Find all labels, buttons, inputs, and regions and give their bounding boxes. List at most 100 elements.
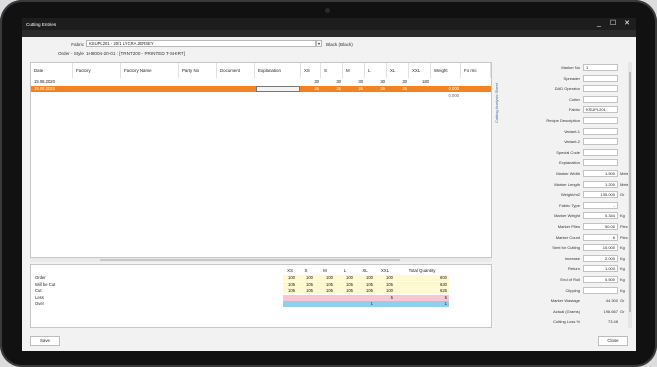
summary-cell: 100 (335, 275, 355, 281)
col-formula[interactable]: Fo rmi (461, 63, 491, 78)
field-input[interactable]: 50.00 (583, 223, 618, 230)
summary-cell: 105 (297, 288, 315, 294)
col-xxl[interactable]: XXL (409, 63, 431, 78)
vertical-scrollbar[interactable] (628, 62, 632, 328)
save-button[interactable]: Save (30, 336, 60, 346)
field-input[interactable] (583, 138, 618, 146)
field-input[interactable] (583, 74, 618, 82)
col-factory-name[interactable]: Factory Name (121, 63, 179, 78)
summary-cell (283, 301, 297, 307)
summary-cell (335, 294, 355, 301)
col-explanation[interactable]: Explanation (255, 63, 301, 78)
window-title: Cutting Entries (26, 21, 57, 27)
summary-cell: 105 (297, 281, 315, 288)
table-row-selected[interactable]: 15.08.2020 35 35 35 35 35 0.000 (31, 86, 491, 92)
scroll-thumb[interactable] (629, 72, 631, 312)
summary-cell: 5 (375, 294, 395, 301)
field-unit: Kg (620, 213, 625, 219)
summary-cell (375, 301, 395, 307)
field-input[interactable] (583, 148, 618, 156)
title-bar: Cutting Entries (22, 18, 636, 30)
app-window: Cutting Entries _ ☐ ✕ Fabric KSUPL201 - … (22, 18, 636, 351)
col-factory[interactable]: Factory (73, 63, 121, 78)
horizontal-scrollbar[interactable] (30, 258, 492, 262)
scroll-thumb[interactable] (100, 259, 400, 261)
field-input[interactable] (583, 117, 618, 124)
size-summary-table: XS S M L XL XXL Total Quantity Order 100 1… (30, 264, 492, 328)
summary-cell (297, 294, 315, 301)
field-label: Spreader (563, 75, 580, 81)
col-weight[interactable]: Weight (431, 63, 461, 78)
chevron-down-icon[interactable]: ▾ (316, 40, 322, 47)
maximize-icon[interactable]: ☐ (606, 18, 620, 30)
field-input[interactable]: KSUPL201 (583, 106, 618, 114)
field-input[interactable]: - (583, 201, 618, 209)
col-m[interactable]: M (343, 63, 365, 78)
summary-cell (315, 294, 335, 301)
col-s[interactable]: S (321, 63, 343, 78)
field-input[interactable]: 2.000 (583, 254, 618, 262)
camera-dot (325, 8, 330, 13)
sum-col-s: S (304, 268, 308, 273)
close-button[interactable]: Close (598, 336, 628, 346)
summary-row-label: Order (35, 275, 46, 280)
order-style-value: 1H8004-20-01 : [TRNT200 - PRINTED T-SHIR… (86, 51, 185, 56)
col-date[interactable]: Date (31, 63, 73, 78)
field-label: Sent for Cutting (552, 245, 580, 251)
col-xl[interactable]: XL (387, 63, 409, 78)
summary-cell: 100 (375, 288, 395, 294)
field-label: DAD Operator (554, 86, 580, 92)
field-label: Marker No (561, 65, 580, 70)
minimize-icon[interactable]: _ (592, 18, 606, 30)
field-unit: Kg (620, 245, 625, 251)
summary-row-label: Will be Cut (35, 281, 56, 287)
field-value: 73.48 (607, 319, 618, 325)
field-input[interactable]: 10.000 (583, 244, 618, 252)
field-input[interactable] (583, 95, 618, 103)
field-input[interactable]: 0.500 (583, 276, 618, 283)
field-unit: Kg (620, 266, 625, 272)
field-label: Variant-2 (564, 139, 580, 145)
summary-total: 626 (395, 288, 449, 294)
field-input[interactable]: 1.200 (583, 180, 618, 188)
explanation-edit-cell[interactable] (256, 86, 300, 92)
summary-cell: 1 (355, 301, 375, 307)
summary-cell: 105 (335, 281, 355, 288)
summary-total: 630 (395, 281, 449, 288)
color-label: Black (Black) (326, 42, 353, 47)
field-input[interactable] (583, 85, 618, 93)
sum-col-l: L (343, 268, 347, 273)
close-icon[interactable]: ✕ (620, 18, 634, 30)
field-input[interactable]: 1.000 (583, 265, 618, 273)
col-party-no[interactable]: Party No (179, 63, 217, 78)
field-input[interactable] (583, 127, 618, 135)
field-input[interactable] (583, 159, 618, 167)
field-label: Explanation (559, 160, 580, 166)
field-input[interactable] (583, 286, 618, 294)
field-label: Weight/m2 (560, 192, 580, 198)
summary-cell (297, 301, 315, 307)
summary-cell: 105 (335, 288, 355, 294)
field-input[interactable]: 0.344 (583, 212, 618, 220)
table-row[interactable]: 15.08.2020 30 30 30 30 30 180 (31, 79, 491, 85)
col-document[interactable]: Document (217, 63, 255, 78)
field-input[interactable]: 135.000 (583, 191, 618, 199)
side-tab-label[interactable]: Cutting Analysis Sheet (494, 83, 499, 123)
col-xs[interactable]: XS (301, 63, 321, 78)
summary-cell: 100 (315, 275, 335, 281)
summary-row: Cut 105 105 105 105 105 100 626 (31, 288, 491, 294)
summary-cell: 105 (283, 288, 297, 294)
field-unit: Gr (620, 308, 625, 314)
field-input[interactable]: 6 (583, 233, 618, 241)
table-row-new[interactable]: 0.000 (31, 93, 491, 99)
field-input[interactable]: 1 (583, 64, 618, 71)
field-unit: Gr (620, 192, 625, 198)
field-label: Special Code (556, 149, 580, 155)
field-label: Marker Plies (557, 224, 580, 229)
order-style-label: Order - Style (57, 51, 84, 56)
field-input[interactable]: 1.500 (583, 170, 618, 177)
summary-row: Less 5 5 (31, 294, 491, 301)
cutting-grid: Date Factory Factory Name Party No Docum… (30, 62, 492, 258)
fabric-input[interactable]: KSUPL201 - 20/1 LYCRA JERSEY (86, 40, 316, 47)
col-l[interactable]: L (365, 63, 387, 78)
